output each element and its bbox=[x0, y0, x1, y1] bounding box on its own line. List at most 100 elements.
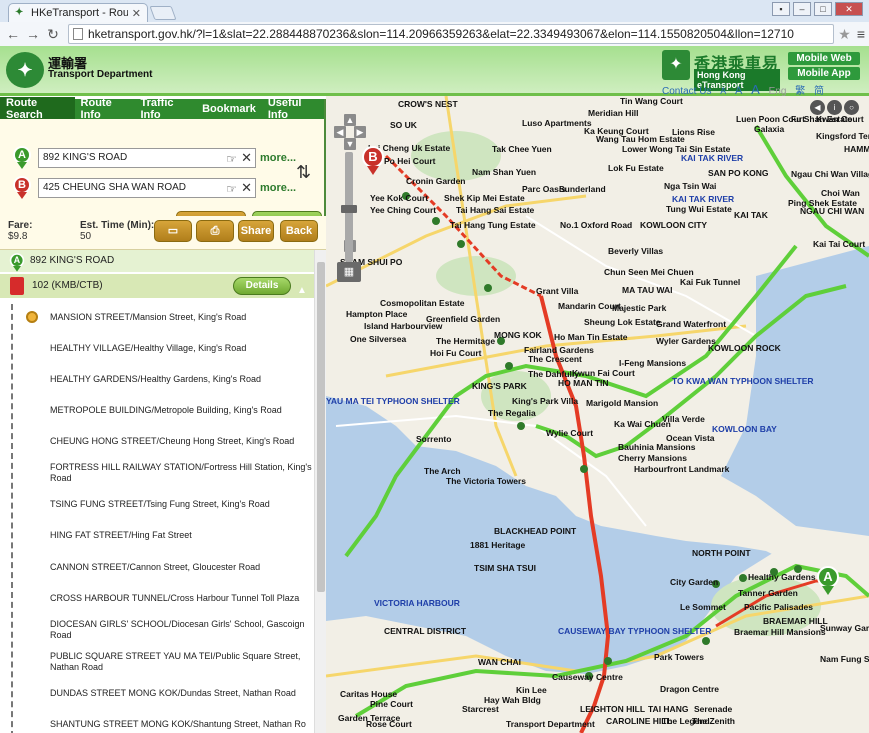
zoom-slider-thumb[interactable] bbox=[341, 205, 357, 213]
map-layer-icon[interactable]: ○ bbox=[844, 100, 859, 115]
print-icon[interactable]: ⎙ bbox=[196, 220, 234, 242]
tab-useful-info[interactable]: Useful Info bbox=[262, 97, 324, 121]
new-tab-button[interactable] bbox=[149, 6, 177, 20]
map-place-label: MONG KOK bbox=[494, 330, 542, 340]
menu-icon[interactable]: ≡ bbox=[857, 26, 865, 42]
origin-more-link[interactable]: more... bbox=[260, 152, 296, 164]
list-item[interactable]: PUBLIC SQUARE STREET YAU MA TEI/Public S… bbox=[50, 651, 312, 673]
back-arrow-icon[interactable]: ← bbox=[4, 26, 22, 42]
list-item[interactable]: CHEUNG HONG STREET/Cheung Hong Street, K… bbox=[50, 436, 312, 447]
map-place-label: HO MAN TIN bbox=[558, 378, 609, 388]
list-item[interactable]: MANSION STREET/Mansion Street, King's Ro… bbox=[50, 312, 312, 323]
list-item[interactable]: DUNDAS STREET MONG KOK/Dundas Street, Na… bbox=[50, 688, 312, 699]
map-place-label: BLACKHEAD POINT bbox=[494, 526, 577, 536]
kowloon-bay-water bbox=[721, 246, 869, 536]
mobile-web-button[interactable]: Mobile Web bbox=[788, 52, 860, 65]
locate-cursor-icon[interactable]: ☞ bbox=[226, 150, 237, 168]
address-bar[interactable]: hketransport.gov.hk/?l=1&slat=22.2884488… bbox=[68, 24, 835, 44]
map-tool-controls: ◀ i ○ bbox=[810, 100, 859, 115]
map-place-label: CENTRAL DISTRICT bbox=[384, 626, 467, 636]
map-place-label: Harbourfront Landmark bbox=[634, 464, 730, 474]
minimize-button[interactable]: – bbox=[793, 2, 811, 16]
reload-icon[interactable]: ↻ bbox=[44, 26, 62, 43]
clear-origin-icon[interactable]: ✕ bbox=[241, 149, 252, 167]
list-item[interactable]: FORTRESS HILL RAILWAY STATION/Fortress H… bbox=[50, 462, 312, 484]
map-place-label: The Crescent bbox=[528, 354, 582, 364]
map-place-label: Grand Waterfront bbox=[656, 319, 727, 329]
map-place-label: Kwun Fai Court bbox=[572, 368, 635, 378]
tab-traffic-info[interactable]: Traffic Info bbox=[134, 97, 196, 121]
list-item[interactable]: HING FAT STREET/Hing Fat Street bbox=[50, 530, 312, 541]
font-size-small-button[interactable]: A bbox=[720, 86, 726, 96]
destination-b-pin-icon: B bbox=[13, 176, 31, 199]
origin-input[interactable]: 892 KING'S ROAD ☞ ✕ bbox=[38, 148, 256, 168]
map-place-label: Meridian Hill bbox=[588, 108, 639, 118]
map-place-label: Shek Kip Mei Estate bbox=[444, 193, 525, 203]
list-item[interactable]: DIOCESAN GIRLS' SCHOOL/Diocesan Girls' S… bbox=[50, 619, 312, 641]
browser-chrome: ✦ HKeTransport - Route Se ✕ ▪ – □ ✕ ← → … bbox=[0, 0, 869, 46]
list-item[interactable]: HEALTHY GARDENS/Healthy Gardens, King's … bbox=[50, 374, 312, 385]
origin-a-map-marker-icon[interactable]: A bbox=[817, 566, 839, 595]
map-place-label: The Zenith bbox=[692, 716, 735, 726]
fare-value: $9.8 bbox=[8, 231, 28, 242]
pan-up-icon[interactable]: ▲ bbox=[344, 114, 356, 126]
map-place-label: MA TAU WAI bbox=[622, 285, 673, 295]
close-tab-icon[interactable]: ✕ bbox=[132, 7, 141, 20]
bookmark-star-icon[interactable]: ★ bbox=[838, 26, 851, 43]
window-controls: ▪ – □ ✕ bbox=[772, 2, 863, 16]
details-button[interactable]: Details bbox=[233, 277, 291, 295]
forward-arrow-icon[interactable]: → bbox=[24, 26, 42, 42]
transport-department-logo-icon[interactable]: ✦ bbox=[6, 52, 44, 88]
share-button[interactable]: Share bbox=[238, 220, 274, 242]
tab-route-search[interactable]: Route Search bbox=[0, 97, 75, 121]
locate-cursor-icon[interactable]: ☞ bbox=[226, 180, 237, 198]
route-row[interactable]: 102 (KMB/CTB) Details ▲ bbox=[0, 274, 314, 298]
origin-a-pin-icon: A bbox=[13, 146, 31, 169]
maximize-button[interactable]: □ bbox=[814, 2, 832, 16]
clear-destination-icon[interactable]: ✕ bbox=[241, 179, 252, 197]
map-place-label: WAN CHAI bbox=[478, 657, 521, 667]
scrollbar-thumb[interactable] bbox=[317, 262, 325, 592]
list-item[interactable]: METROPOLE BUILDING/Metropole Building, K… bbox=[50, 405, 312, 416]
tab-bookmark[interactable]: Bookmark bbox=[196, 103, 262, 115]
font-size-large-button[interactable]: A bbox=[751, 82, 760, 97]
map-place-label: Tai Hang Sai Estate bbox=[456, 205, 535, 215]
map-place-label: Wylie Court bbox=[546, 428, 594, 438]
list-item[interactable]: SHANTUNG STREET MONG KOK/Shantung Street… bbox=[50, 719, 312, 730]
list-item[interactable]: TSING FUNG STREET/Tsing Fung Street, Kin… bbox=[50, 499, 312, 510]
stop-list-scrollbar[interactable] bbox=[314, 250, 326, 733]
street-view-icon[interactable]: ▦ bbox=[337, 262, 361, 282]
map-place-label: SO UK bbox=[390, 120, 417, 130]
destination-b-map-marker-icon[interactable]: B bbox=[362, 146, 384, 175]
list-item[interactable]: HEALTHY VILLAGE/Healthy Village, King's … bbox=[50, 343, 312, 354]
map-place-label: Yee Kok Court bbox=[370, 193, 429, 203]
user-icon[interactable]: ▪ bbox=[772, 2, 790, 16]
list-item[interactable]: CANNON STREET/Cannon Street, Gloucester … bbox=[50, 562, 312, 573]
list-item[interactable]: CROSS HARBOUR TUNNEL/Cross Harbour Tunne… bbox=[50, 593, 312, 604]
pan-down-icon[interactable]: ▼ bbox=[344, 138, 356, 150]
map-view[interactable]: CROW'S NEST Meridian Hill Tin Wang Court SO… bbox=[326, 96, 869, 733]
map-place-label: Ngau Chi Wan Village bbox=[791, 169, 869, 179]
est-time-label: Est. Time (Min): bbox=[80, 220, 155, 231]
map-place-label: Kin Lee bbox=[516, 685, 547, 695]
hketransport-logo[interactable]: ✦ 香港乘車易 Hong Kong eTransport bbox=[662, 50, 780, 91]
map-place-label: Pacific Palisades bbox=[744, 602, 813, 612]
bus-view-icon[interactable]: ▭ bbox=[154, 220, 192, 242]
pan-right-icon[interactable]: ▶ bbox=[354, 126, 366, 138]
map-tool-prev-icon[interactable]: ◀ bbox=[810, 100, 825, 115]
tab-route-info[interactable]: Route Info bbox=[75, 97, 135, 121]
destination-more-link[interactable]: more... bbox=[260, 182, 296, 194]
map-place-label: KOWLOON ROCK bbox=[708, 343, 781, 353]
map-place-label: Sunderland bbox=[559, 184, 606, 194]
map-place-label: Hoi Fu Court bbox=[430, 348, 482, 358]
back-button[interactable]: Back bbox=[280, 220, 318, 242]
destination-input[interactable]: 425 CHEUNG SHA WAN ROAD ☞ ✕ bbox=[38, 178, 256, 198]
browser-tab[interactable]: ✦ HKeTransport - Route Se ✕ bbox=[8, 3, 148, 22]
mobile-app-button[interactable]: Mobile App bbox=[788, 67, 860, 80]
pan-left-icon[interactable]: ◀ bbox=[334, 126, 346, 138]
map-place-label: SAN PO KONG bbox=[708, 168, 769, 178]
close-window-button[interactable]: ✕ bbox=[835, 2, 863, 16]
swap-origin-destination-icon[interactable]: ⇅ bbox=[296, 162, 311, 183]
tab-title: HKeTransport - Route Se bbox=[31, 7, 128, 19]
map-info-icon[interactable]: i bbox=[827, 100, 842, 115]
